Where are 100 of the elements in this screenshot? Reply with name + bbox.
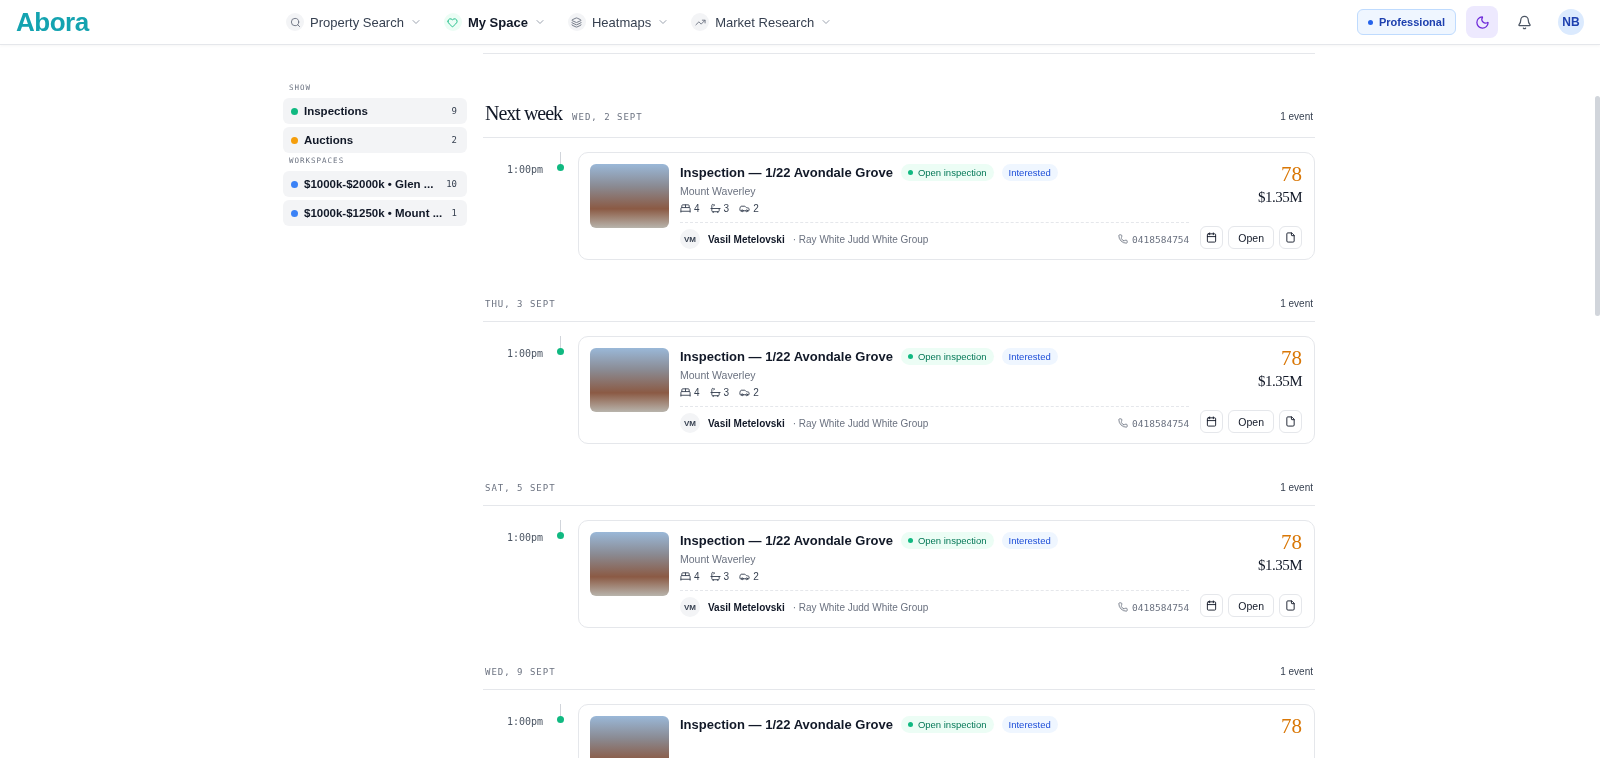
phone-icon — [1118, 602, 1129, 612]
document-icon — [1285, 416, 1296, 427]
filter-label: Auctions — [304, 134, 355, 146]
agent-name: Vasil Metelovski — [708, 233, 785, 245]
filter-item[interactable]: $1000k-$2000k • Glen ... 10 — [283, 171, 467, 197]
event-title: Inspection — 1/22 Avondale Grove — [680, 349, 893, 364]
agency-name: · Ray White Judd White Group — [792, 601, 930, 613]
agency-name: · Ray White Judd White Group — [792, 417, 930, 429]
car-spaces-count: 2 — [739, 387, 759, 398]
open-button[interactable]: Open — [1228, 410, 1274, 433]
calendar-icon — [1206, 416, 1218, 427]
calendar-button[interactable] — [1200, 594, 1224, 617]
layers-icon — [571, 16, 583, 28]
event-count: 1 event — [1280, 111, 1313, 122]
moon-icon — [1474, 14, 1490, 30]
filter-count: 9 — [451, 106, 457, 116]
phone-number: 0418584754 — [1132, 417, 1190, 429]
price-text: $1.35M — [1257, 373, 1302, 390]
score-value: 78 — [1281, 164, 1302, 185]
event-time: 1:00pm — [505, 531, 543, 545]
timeline-dot — [557, 164, 564, 171]
event-time: 1:00pm — [505, 347, 543, 361]
document-button[interactable] — [1279, 410, 1302, 433]
suburb-text: Mount Waverley — [680, 185, 757, 197]
filter-label: $1000k-$2000k • Glen ... — [304, 178, 435, 190]
status-badge: Open inspection — [900, 164, 994, 181]
day-title: Next week — [485, 102, 563, 125]
calendar-button[interactable] — [1200, 410, 1224, 433]
timeline-dot — [557, 716, 564, 723]
calendar-button[interactable] — [1200, 226, 1224, 249]
open-button[interactable]: Open — [1228, 594, 1274, 617]
day-date: WED, 9 SEPT — [485, 667, 556, 677]
event-title: Inspection — 1/22 Avondale Grove — [680, 717, 893, 732]
open-button[interactable]: Open — [1228, 226, 1274, 249]
status-badge: Open inspection — [900, 716, 994, 733]
calendar-icon — [1206, 232, 1218, 243]
event-title: Inspection — 1/22 Avondale Grove — [680, 165, 893, 180]
price-text: $1.35M — [1257, 189, 1302, 206]
bedrooms-count: 4 — [680, 387, 700, 398]
nav-menu-item[interactable]: Market Research — [691, 13, 833, 31]
filter-item[interactable]: Inspections 9 — [283, 98, 467, 124]
tag-badge: Interested — [1001, 532, 1058, 549]
bedrooms-count: 4 — [680, 203, 700, 214]
suburb-text: Mount Waverley — [680, 369, 757, 381]
brand-logo: Abora — [16, 6, 91, 38]
calendar-icon — [1206, 600, 1218, 611]
bell-icon — [1516, 14, 1532, 30]
bathrooms-count: 3 — [709, 387, 730, 398]
score-value: 78 — [1281, 348, 1302, 369]
event-count: 1 event — [1280, 666, 1313, 677]
agent-initials: VM — [680, 229, 700, 249]
event-count: 1 event — [1280, 298, 1313, 309]
filter-item[interactable]: $1000k-$1250k • Mount ... 1 — [283, 200, 467, 226]
agent-name: Vasil Metelovski — [708, 601, 785, 613]
car-spaces-count: 2 — [739, 203, 759, 214]
agent-initials: VM — [680, 597, 700, 617]
search-icon — [289, 16, 301, 28]
document-button[interactable] — [1279, 226, 1302, 249]
agent-name: Vasil Metelovski — [708, 417, 785, 429]
heart-icon — [447, 16, 459, 28]
filter-label: $1000k-$1250k • Mount ... — [304, 207, 444, 219]
tag-badge: Interested — [1001, 716, 1058, 733]
phone-number: 0418584754 — [1132, 601, 1190, 613]
bedrooms-count: 4 — [680, 571, 700, 582]
phone-number: 0418584754 — [1132, 233, 1190, 245]
tag-badge: Interested — [1001, 164, 1058, 181]
score-value: 78 — [1281, 716, 1302, 737]
day-date: SAT, 5 SEPT — [485, 483, 556, 493]
plan-button[interactable]: Professional — [1356, 9, 1456, 35]
document-icon — [1285, 600, 1296, 611]
phone-icon — [1118, 418, 1129, 428]
agency-name: · Ray White Judd White Group — [792, 233, 930, 245]
suburb-text: Mount Waverley — [680, 553, 757, 565]
status-badge: Open inspection — [900, 532, 994, 549]
event-time: 1:00pm — [505, 715, 543, 729]
nav-menu-item[interactable]: Property Search — [286, 13, 422, 31]
filter-count: 2 — [451, 135, 457, 145]
bathrooms-count: 3 — [709, 203, 730, 214]
event-time: 1:00pm — [505, 163, 543, 177]
filter-label: Inspections — [304, 105, 369, 117]
event-count: 1 event — [1280, 482, 1313, 493]
status-badge: Open inspection — [900, 348, 994, 365]
event-title: Inspection — 1/22 Avondale Grove — [680, 533, 893, 548]
filter-item[interactable]: Auctions 2 — [283, 127, 467, 153]
bathrooms-count: 3 — [709, 571, 730, 582]
day-date: WED, 2 SEPT — [572, 112, 643, 122]
phone-icon — [1118, 234, 1129, 244]
agent-initials: VM — [680, 413, 700, 433]
document-icon — [1285, 232, 1296, 243]
document-button[interactable] — [1279, 594, 1302, 617]
tag-badge: Interested — [1001, 348, 1058, 365]
price-text: $1.35M — [1257, 557, 1302, 574]
car-spaces-count: 2 — [739, 571, 759, 582]
nav-menu-item[interactable]: My Space — [443, 13, 546, 31]
filter-count: 10 — [446, 179, 457, 189]
filter-count: 1 — [451, 208, 457, 218]
user-avatar[interactable]: NB — [1558, 9, 1584, 35]
timeline-dot — [557, 348, 564, 355]
theme-toggle-button[interactable] — [1466, 6, 1498, 38]
nav-menu-item[interactable]: Heatmaps — [567, 13, 670, 31]
